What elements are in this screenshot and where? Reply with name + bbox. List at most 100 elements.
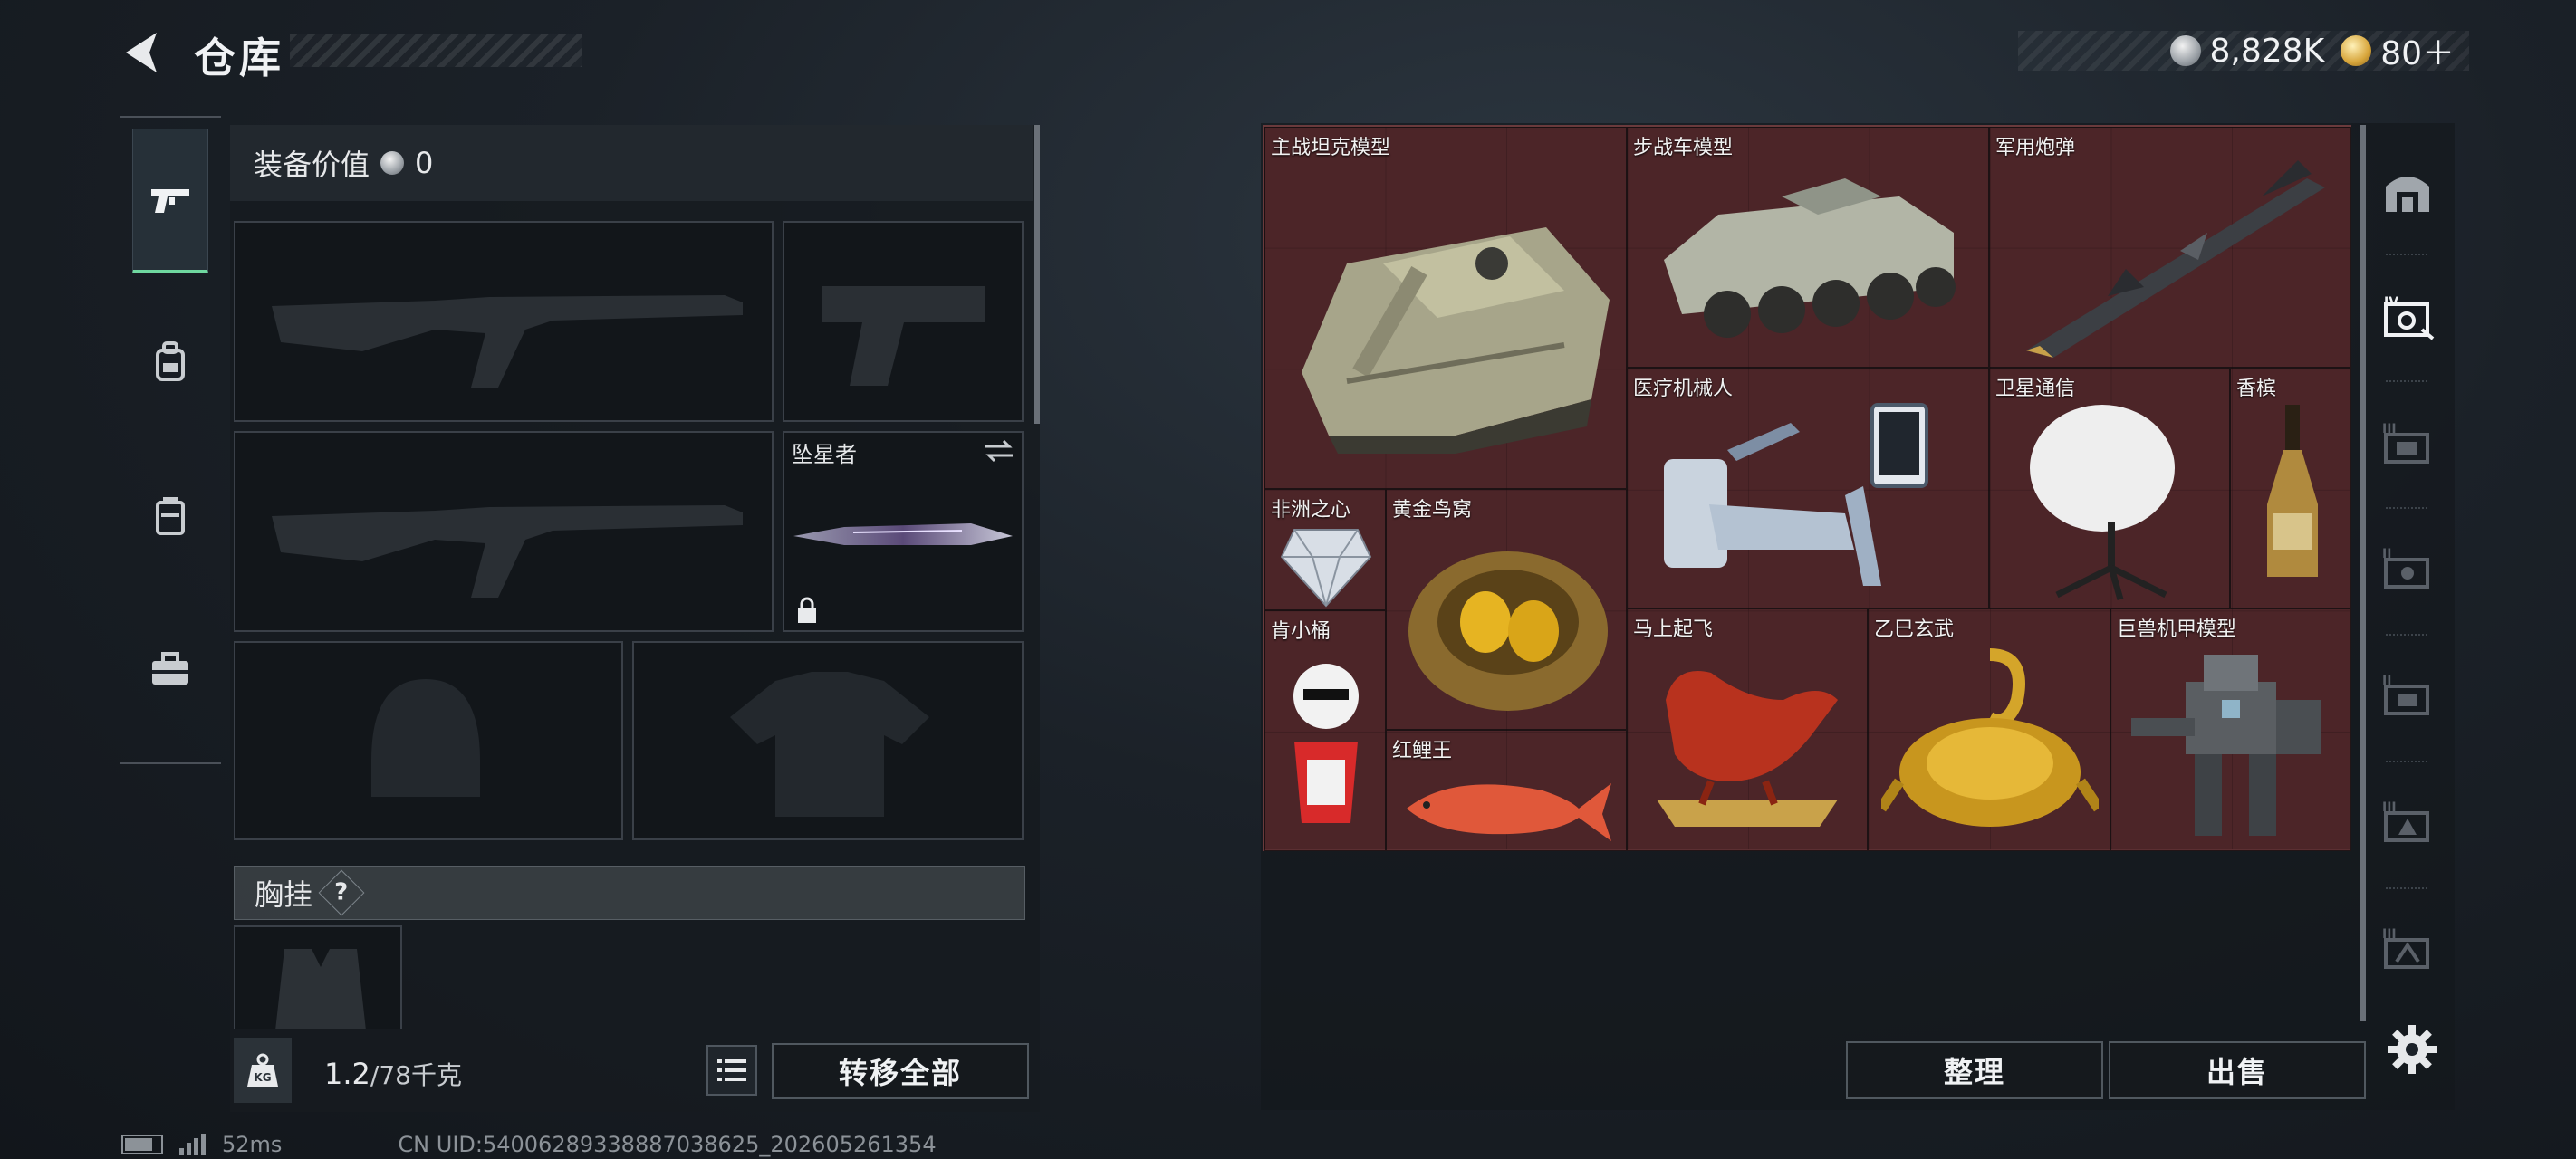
storage-item-champagne[interactable]: 香槟 <box>2230 368 2351 608</box>
tab-main-storage[interactable] <box>2380 163 2435 217</box>
category-vest[interactable] <box>132 444 208 589</box>
item-name: 马上起飞 <box>1633 618 1714 641</box>
item-name: 主战坦克模型 <box>1271 137 1391 159</box>
weight-icon: KG <box>234 1038 292 1103</box>
gold-currency[interactable]: 80＋ <box>2341 27 2455 74</box>
sort-button[interactable]: 整理 <box>1846 1041 2103 1099</box>
transfer-all-button[interactable]: 转移全部 <box>772 1043 1029 1099</box>
storage-tabs: IV III II II III III <box>2359 125 2440 1021</box>
rifle-silhouette-icon <box>272 295 743 388</box>
ifv-icon <box>1664 178 1956 338</box>
gold-amount: 80＋ <box>2380 35 2455 72</box>
chest-rig-section: 胸挂 ? <box>234 866 1025 920</box>
storage-grid: 主战坦克模型 步战车模型 军用炮弹 医疗机械人 卫星通信 香槟 非洲之心 黄金鸟… <box>1263 125 2351 851</box>
storage-item-missile[interactable]: 军用炮弹 <box>1989 127 2351 368</box>
tab-storage-ii-b[interactable]: II <box>2380 668 2435 723</box>
category-toolbox[interactable] <box>132 598 208 742</box>
tank-icon <box>1302 227 1610 454</box>
item-name: 香槟 <box>2236 378 2277 400</box>
sell-button[interactable]: 出售 <box>2109 1041 2366 1099</box>
settings-button[interactable] <box>2386 1023 2438 1076</box>
storage-item-tank[interactable]: 主战坦克模型 <box>1264 127 1627 489</box>
storage-box-ii-icon: II <box>2382 674 2429 715</box>
kfc-bucket-icon <box>1293 664 1359 823</box>
svg-text:KG: KG <box>254 1071 271 1084</box>
storage-item-kfc-bucket[interactable]: 肯小桶 <box>1264 610 1386 851</box>
battery-icon <box>121 1135 163 1154</box>
missile-icon <box>2026 160 2325 358</box>
silver-coin-icon <box>2169 35 2201 66</box>
weight-current: 1.2 <box>324 1057 370 1091</box>
weight-max: /78千克 <box>370 1060 462 1090</box>
armor-slot[interactable] <box>632 641 1024 840</box>
backpack-icon <box>156 341 185 381</box>
uid-text: CN UID:5400628933888703​8625_20260526135… <box>398 1132 937 1157</box>
toolbox-icon <box>152 652 188 685</box>
equip-value-header: 装备价值 0 <box>230 125 1033 201</box>
category-weapons[interactable] <box>132 129 208 273</box>
red-carp-icon <box>1407 783 1611 841</box>
item-name: 非洲之心 <box>1271 499 1351 522</box>
storage-box-iii-icon: III <box>2382 800 2429 842</box>
currency-bar: 8,828K 80＋ <box>2018 31 2469 72</box>
list-view-button[interactable] <box>706 1045 757 1096</box>
tab-storage-iii-b[interactable]: III <box>2380 795 2435 849</box>
storage-item-golden-tortoise[interactable]: 乙巳玄武 <box>1868 608 2110 851</box>
back-arrow-icon <box>126 33 157 72</box>
item-name: 红鲤王 <box>1392 740 1453 762</box>
silver-currency[interactable]: 8,828K <box>2169 33 2324 70</box>
storage-item-red-horse[interactable]: 马上起飞 <box>1627 608 1868 851</box>
storage-item-golden-nest[interactable]: 黄金鸟窝 <box>1386 489 1627 730</box>
mech-icon <box>2131 655 2321 836</box>
blade-icon <box>793 523 1013 545</box>
storage-item-mech[interactable]: 巨兽机甲模型 <box>2110 608 2351 851</box>
equip-value: 0 <box>415 146 434 180</box>
page-title: 仓库 <box>194 34 284 82</box>
melee-slot[interactable]: 坠星者 <box>783 431 1024 632</box>
storage-box-iii-icon: III <box>2382 927 2429 969</box>
item-name: 肯小桶 <box>1271 620 1331 643</box>
list-icon <box>717 1059 746 1081</box>
golden-nest-icon <box>1408 551 1608 711</box>
pistol-icon <box>151 188 189 213</box>
status-bar: 52ms CN UID:5400628933888703​8625_202605… <box>121 1132 937 1157</box>
category-backpack[interactable] <box>132 290 208 435</box>
chest-rig-slot[interactable] <box>234 925 402 1029</box>
item-name: 黄金鸟窝 <box>1392 499 1473 522</box>
helmet-silhouette-icon <box>371 679 480 797</box>
satellite-dish-icon <box>2030 405 2175 600</box>
ping-text: 52ms <box>222 1132 283 1157</box>
champagne-icon <box>2267 405 2318 577</box>
storage-item-diamond[interactable]: 非洲之心 <box>1264 489 1386 610</box>
chest-rig-silhouette-icon <box>275 949 366 1029</box>
vest-icon <box>156 497 185 535</box>
gear-icon <box>2388 1025 2437 1074</box>
storage-item-ifv[interactable]: 步战车模型 <box>1627 127 1989 368</box>
primary-weapon-slot[interactable] <box>234 221 774 422</box>
tab-storage-ii-a[interactable]: II <box>2380 541 2435 596</box>
tab-storage-iv[interactable]: IV <box>2380 290 2435 344</box>
red-horse-icon <box>1657 671 1838 827</box>
gold-coin-icon <box>2341 35 2372 66</box>
help-icon[interactable]: ? <box>318 869 365 916</box>
tab-storage-iii-a[interactable]: III <box>2380 417 2435 471</box>
pistol-slot[interactable] <box>783 221 1024 422</box>
item-name: 乙巳玄武 <box>1874 618 1955 641</box>
storage-box-iii-icon: III <box>2382 422 2429 464</box>
chest-rig-label: 胸挂 <box>255 877 313 912</box>
storage-box-iv-icon: IV <box>2384 295 2435 340</box>
svg-text:IV: IV <box>2384 295 2398 310</box>
storage-item-red-carp[interactable]: 红鲤王 <box>1386 730 1627 851</box>
storage-item-satellite-dish[interactable]: 卫星通信 <box>1989 368 2230 608</box>
storage-item-medical-robot[interactable]: 医疗机械人 <box>1627 368 1989 608</box>
armor-silhouette-icon <box>730 672 929 817</box>
back-button[interactable] <box>120 27 165 78</box>
loadout-scrollbar[interactable] <box>1034 125 1040 424</box>
tab-storage-iii-c[interactable]: III <box>2380 922 2435 976</box>
pistol-silhouette-icon <box>822 286 985 386</box>
swap-icon[interactable] <box>984 438 1014 464</box>
signal-icon <box>179 1134 206 1155</box>
secondary-weapon-slot[interactable] <box>234 431 774 632</box>
weight-readout: 1.2/78千克 <box>324 1056 462 1092</box>
helmet-slot[interactable] <box>234 641 623 840</box>
